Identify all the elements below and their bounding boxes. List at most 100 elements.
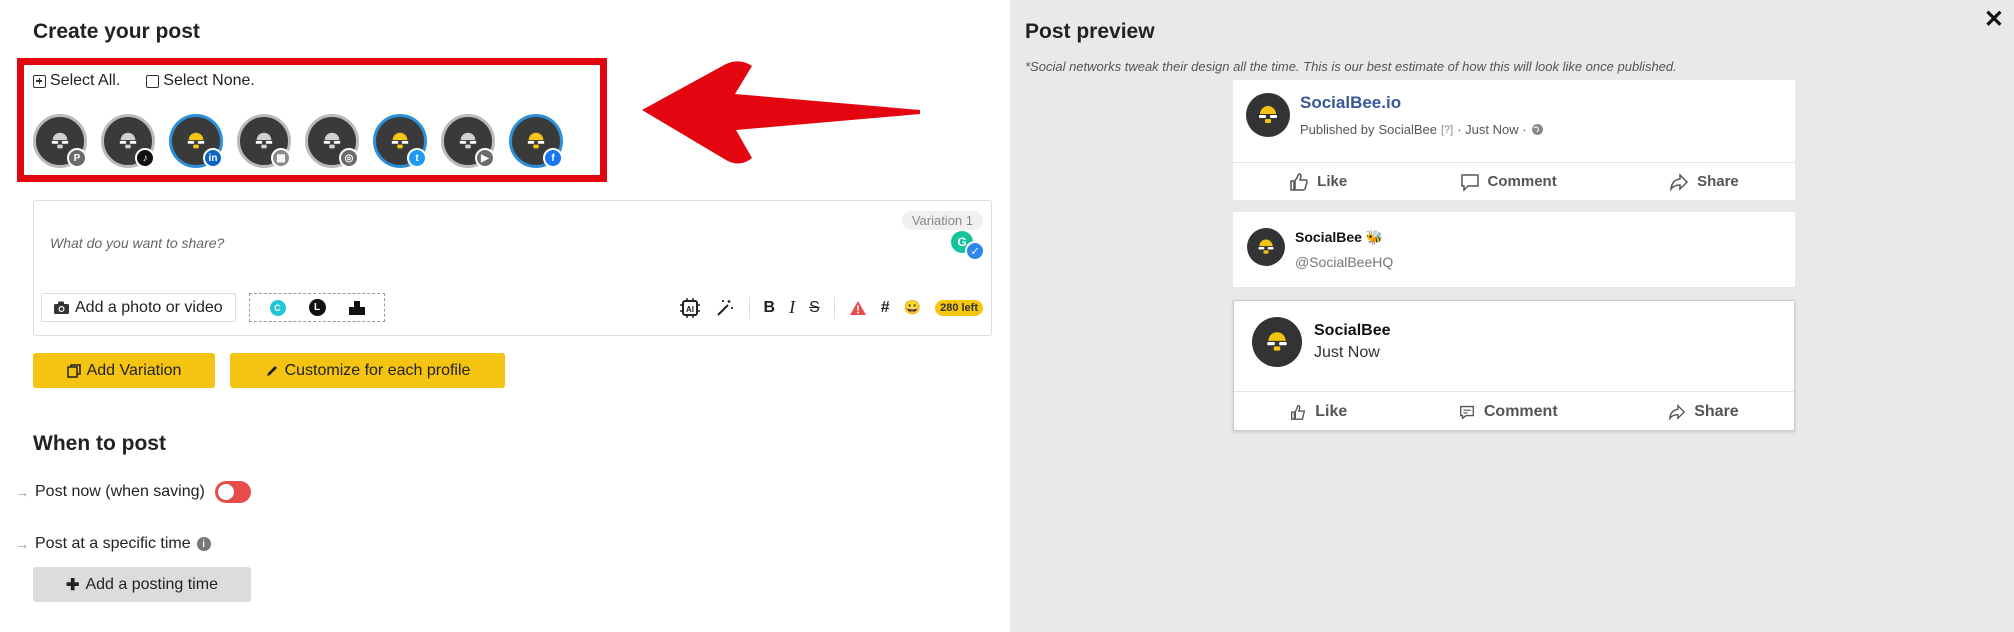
bee-logo-icon <box>255 132 273 149</box>
add-posting-time-button[interactable]: ✚ Add a posting time <box>33 567 251 602</box>
post-now-option: → Post now (when saving) <box>15 481 251 503</box>
add-variation-button[interactable]: Add Variation <box>33 353 215 388</box>
fb-page-name[interactable]: SocialBee.io <box>1300 93 1401 113</box>
bee-logo-icon <box>1259 106 1277 123</box>
pinterest-icon: P <box>67 148 87 168</box>
profile-avatar-twitter[interactable]: t <box>373 114 427 168</box>
google-business-icon: ▦ <box>271 148 291 168</box>
add-variation-label: Add Variation <box>86 361 182 379</box>
socialbee-avatar <box>1252 317 1302 367</box>
divider <box>748 296 750 319</box>
youtube-icon: ▶ <box>475 148 495 168</box>
profile-avatar-google-business[interactable]: ▦ <box>237 114 291 168</box>
linkedin-icon: in <box>203 148 223 168</box>
add-photo-button[interactable]: Add a photo or video <box>41 293 236 322</box>
hashtag-icon[interactable]: # <box>881 299 890 317</box>
linkedin-preview-card: SocialBee Just Now Like Comment Share <box>1233 300 1795 431</box>
arrow-right-icon: → <box>15 536 29 552</box>
li-like-label: Like <box>1315 402 1348 420</box>
profile-avatar-pinterest[interactable]: P <box>33 114 87 168</box>
plus-icon: ✚ <box>66 576 80 594</box>
svg-text:AI: AI <box>686 305 694 314</box>
profile-avatar-facebook[interactable]: f <box>509 114 563 168</box>
arrow-right-icon: → <box>15 484 29 500</box>
fb-actions-bar: Like Comment Share <box>1233 162 1795 200</box>
when-to-post-title: When to post <box>33 432 166 455</box>
thumbs-up-icon <box>1290 172 1308 191</box>
fb-like-button[interactable]: Like <box>1289 172 1347 192</box>
select-none-button[interactable]: Select None. <box>146 72 255 90</box>
tw-handle: @SocialBeeHQ <box>1295 254 1394 270</box>
post-editor: Variation 1 G ✓ What do you want to shar… <box>33 200 992 336</box>
comment-icon <box>1459 405 1474 420</box>
globe-icon <box>1531 124 1543 135</box>
canva-icon[interactable]: C <box>269 299 286 316</box>
socialbee-avatar <box>1247 228 1285 266</box>
li-comment-button[interactable]: Comment <box>1458 403 1558 421</box>
twitter-preview-card: SocialBee 🐝 @SocialBeeHQ <box>1233 212 1795 287</box>
ai-chip-icon[interactable]: AI <box>679 297 701 319</box>
post-preview-panel: Post preview *Social networks tweak thei… <box>1010 0 2014 632</box>
fb-comment-label: Comment <box>1487 173 1557 190</box>
magic-wand-icon[interactable] <box>715 298 735 318</box>
loomly-icon[interactable]: L <box>308 299 326 316</box>
customize-label: Customize for each profile <box>284 361 471 379</box>
profile-avatar-linkedin[interactable]: in <box>169 114 223 168</box>
profile-avatar-youtube[interactable]: ▶ <box>441 114 495 168</box>
twitter-icon: t <box>407 148 427 168</box>
fb-time: · Just Now · <box>1457 122 1527 137</box>
fb-post-meta: Published by SocialBee [?] · Just Now · <box>1300 122 1544 137</box>
strikethrough-button[interactable]: S <box>809 299 820 317</box>
profile-selection-controls: Select All. Select None. <box>33 72 255 90</box>
bee-logo-icon <box>1258 239 1274 254</box>
li-actions-bar: Like Comment Share <box>1234 391 1794 431</box>
li-share-button[interactable]: Share <box>1668 402 1739 421</box>
bold-button[interactable]: B <box>764 299 776 317</box>
select-all-button[interactable]: Select All. <box>33 72 120 90</box>
unsplash-icon[interactable] <box>348 300 365 315</box>
check-icon: ✓ <box>965 241 985 261</box>
warning-icon[interactable] <box>849 300 867 316</box>
post-now-toggle[interactable] <box>214 481 251 503</box>
li-comment-label: Comment <box>1483 402 1558 420</box>
variation-tag[interactable]: Variation 1 <box>901 211 983 230</box>
bee-logo-icon <box>51 132 69 149</box>
select-none-label: Select None. <box>163 72 255 89</box>
bee-logo-icon <box>119 132 137 149</box>
facebook-icon: f <box>543 148 563 168</box>
select-all-label: Select All. <box>50 72 121 89</box>
thumbs-up-icon <box>1291 404 1306 420</box>
add-time-label: Add a posting time <box>85 575 218 593</box>
tiktok-icon: ♪ <box>135 148 155 168</box>
li-share-label: Share <box>1694 402 1739 420</box>
plus-square-icon <box>33 74 46 88</box>
italic-button[interactable]: I <box>789 297 795 318</box>
bee-logo-icon <box>459 132 477 149</box>
facebook-preview-card: SocialBee.io Published by SocialBee [?] … <box>1233 80 1795 200</box>
li-like-button[interactable]: Like <box>1289 403 1347 421</box>
fb-share-label: Share <box>1697 173 1739 190</box>
fb-like-label: Like <box>1317 173 1348 190</box>
bee-logo-icon <box>323 132 341 149</box>
square-icon <box>146 74 160 88</box>
instagram-icon: ◎ <box>339 148 359 168</box>
li-author-name: SocialBee <box>1314 322 1391 339</box>
profile-avatar-tiktok[interactable]: ♪ <box>101 114 155 168</box>
copy-icon <box>66 363 81 378</box>
fb-comment-button[interactable]: Comment <box>1460 172 1557 192</box>
divider <box>833 296 835 319</box>
post-text-input[interactable]: What do you want to share? <box>50 235 224 251</box>
fb-help: [?] <box>1441 123 1454 136</box>
create-post-title: Create your post <box>33 20 200 43</box>
customize-button[interactable]: Customize for each profile <box>230 353 505 388</box>
pencil-icon <box>266 365 277 376</box>
info-icon[interactable]: i <box>196 537 211 551</box>
emoji-icon[interactable]: 😀 <box>904 299 921 316</box>
preview-title: Post preview <box>1025 20 1155 43</box>
profile-avatar-instagram[interactable]: ◎ <box>305 114 359 168</box>
fb-share-button[interactable]: Share <box>1669 172 1739 192</box>
tw-display-name: SocialBee 🐝 <box>1295 229 1384 245</box>
add-photo-label: Add a photo or video <box>75 298 223 316</box>
close-icon[interactable]: ✕ <box>1984 5 2004 34</box>
integrations-toolbar: C L <box>249 293 385 322</box>
